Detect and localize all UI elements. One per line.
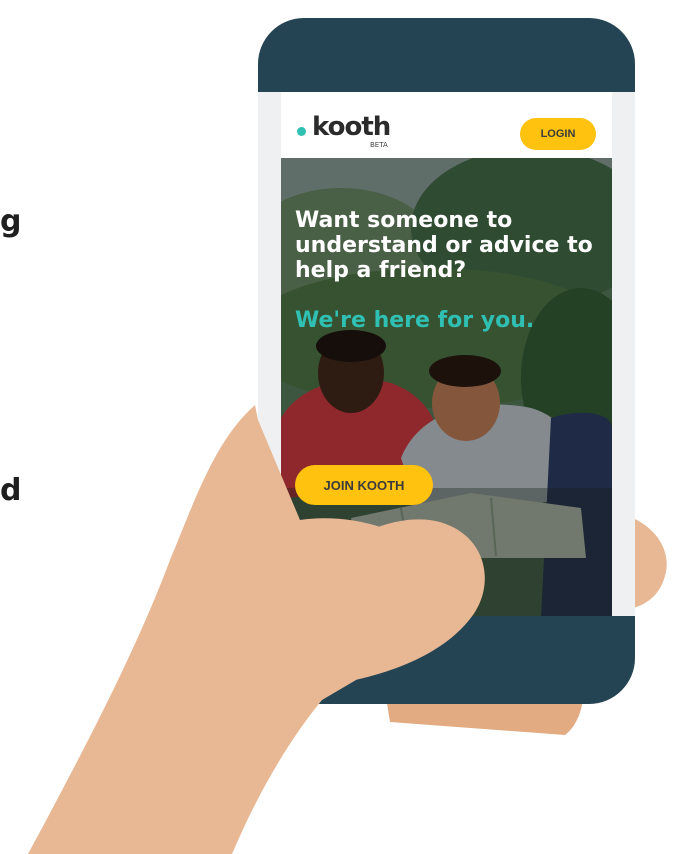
play-icon (295, 530, 310, 548)
login-button[interactable]: LOGIN (520, 118, 596, 150)
watch-video-label: WATCH VIDEO (320, 531, 418, 547)
kooth-logo-icon (297, 127, 306, 136)
kooth-website: kooth BETA LOGIN Want someone to underst… (281, 92, 612, 616)
logo-text: kooth (312, 112, 391, 142)
hero-headline: Want someone to understand or advice to … (295, 208, 593, 283)
phone-screen: kooth BETA LOGIN Want someone to underst… (258, 92, 635, 616)
site-header: kooth BETA LOGIN (281, 92, 612, 158)
logo-beta-label: BETA (370, 141, 388, 149)
join-kooth-button[interactable]: JOIN KOOTH (295, 465, 433, 505)
hero-section: Want someone to understand or advice to … (281, 158, 612, 616)
watch-video-link[interactable]: WATCH VIDEO (295, 530, 418, 548)
hero-tagline: We're here for you. (295, 308, 535, 333)
